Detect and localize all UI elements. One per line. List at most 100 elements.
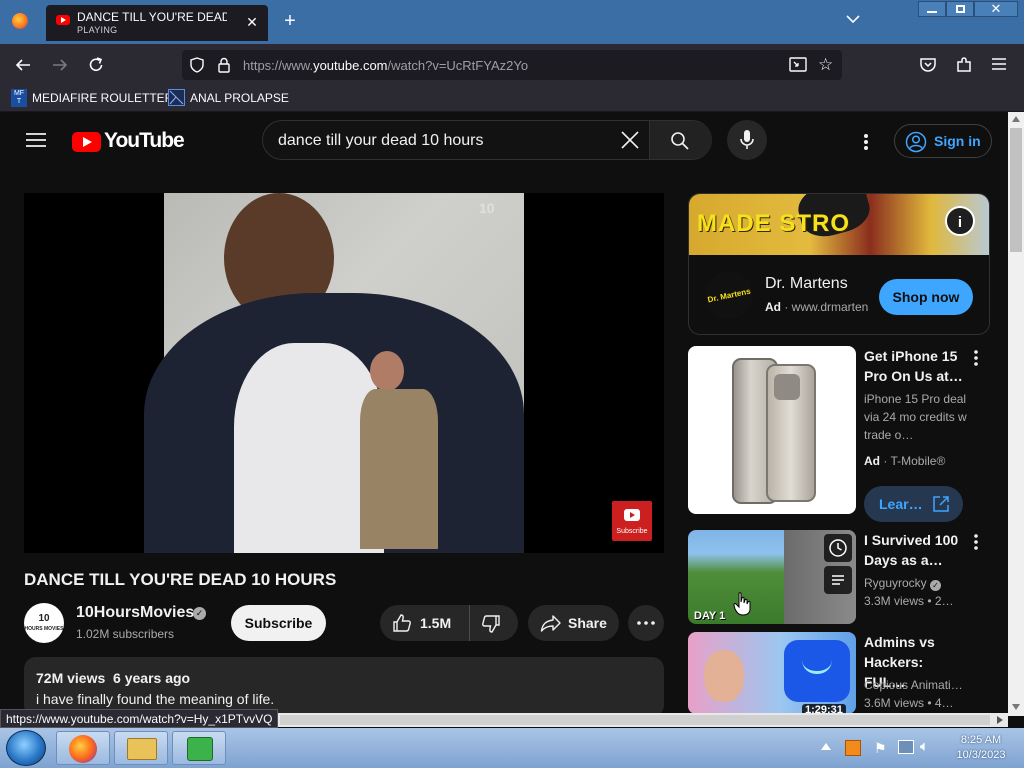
channel-watermark: 10 [479,200,495,216]
system-clock[interactable]: 8:25 AM 10/3/2023 [948,733,1014,763]
taskbar-firefox-icon[interactable] [56,731,110,765]
video-meta-roblox: 3.6M views • 4… [864,696,954,710]
back-icon[interactable] [14,56,32,74]
account-circle-icon [905,131,927,153]
add-to-queue-icon[interactable] [824,566,852,594]
youtube-logo-icon[interactable] [72,132,101,152]
sign-in-button[interactable]: Sign in [894,124,992,158]
horizontal-scroll-thumb[interactable] [280,715,990,725]
firefox-menu-icon[interactable] [12,13,28,29]
network-icon[interactable] [898,740,914,754]
learn-more-button[interactable]: Lear… [864,486,963,522]
video-thumbnail-roblox[interactable]: 1:29:31 [688,632,856,714]
channel-name[interactable]: 10HoursMovies [76,604,194,622]
tracking-protection-shield-icon[interactable] [189,57,205,73]
list-all-tabs-icon[interactable] [845,14,861,24]
small-dancer-body [360,389,438,549]
volume-icon[interactable]: 🔈︎ [920,738,929,755]
pocket-icon[interactable] [919,56,937,74]
like-button[interactable]: 1.5M [380,605,470,641]
extensions-puzzle-icon[interactable] [955,56,973,74]
video-player[interactable]: 10 Subscribe [24,193,664,553]
watch-later-icon[interactable] [824,534,852,562]
start-button-icon[interactable] [6,730,46,766]
promo-ad-line: Ad · T-Mobile® [864,454,946,468]
bookmark-anal-prolapse[interactable]: ANAL PROLAPSE [190,91,289,105]
minimize-window-icon[interactable] [918,1,946,17]
subscribe-watermark-button[interactable]: Subscribe [612,501,652,541]
subscribe-button[interactable]: Subscribe [231,605,326,641]
scroll-down-arrow-icon[interactable] [1012,704,1020,710]
promo-title[interactable]: Get iPhone 15 Pro On Us at… [864,346,968,386]
scroll-thumb[interactable] [1010,128,1022,252]
tab-strip: DANCE TILL YOU'RE DEAD 10 H PLAYING ✕ + … [0,0,1024,44]
search-box[interactable]: dance till your dead 10 hours [262,120,712,160]
description-stats: 72M views 6 years ago [36,670,191,686]
video-channel-minecraft: Ryguyrocky ✓ [864,576,942,591]
verified-badge-icon: ✓ [193,607,206,620]
reload-icon[interactable] [87,56,105,74]
tab-active[interactable]: DANCE TILL YOU'RE DEAD 10 H PLAYING ✕ [46,5,268,41]
shop-now-button[interactable]: Shop now [879,279,973,315]
youtube-logo-text[interactable]: YouTube [104,129,185,153]
windows-taskbar: ⚑ 🔈︎ 8:25 AM 10/3/2023 [0,728,1024,768]
video-thumbnail-minecraft[interactable]: DAY 1 [688,530,856,624]
channel-avatar[interactable]: 10 HOURS MOVIES [24,603,64,643]
search-input[interactable]: dance till your dead 10 hours [278,132,483,150]
subscribe-watermark-label: Subscribe [616,528,648,535]
forward-icon[interactable] [51,56,69,74]
video-frame [144,193,524,553]
address-bar[interactable]: https://www.youtube.com/watch?v=UcRtFYAz… [182,50,842,80]
tab-close-icon[interactable]: ✕ [245,15,259,29]
search-button[interactable] [650,121,712,159]
external-link-icon [932,495,950,513]
promo-kebab-icon[interactable] [968,348,984,368]
video-title-minecraft[interactable]: I Survived 100 Days as a… [864,530,968,570]
bookmark-mediafire-roulette[interactable]: MEDIAFIRE ROULETTER [32,91,173,105]
share-button[interactable]: Share [528,605,619,641]
youtube-favicon-icon [56,15,70,25]
video-channel-roblox: Copious Animati… [864,678,963,692]
padlock-icon[interactable] [217,57,231,73]
clear-search-icon[interactable] [621,131,639,149]
scroll-up-arrow-icon[interactable] [1012,116,1020,122]
promo-thumbnail[interactable] [688,346,856,514]
maximize-window-icon[interactable] [946,1,974,17]
promo-description: iPhone 15 Pro deal via 24 mo credits w t… [864,392,967,442]
action-center-flag-icon[interactable]: ⚑ [874,740,887,757]
youtube-masthead: YouTube dance till your dead 10 hours Si… [0,112,1008,170]
taskbar-app-icon[interactable] [172,731,226,765]
ad-info-icon[interactable]: i [945,206,975,236]
like-dislike-group: 1.5M [380,605,518,641]
sign-in-label: Sign in [934,133,981,149]
description-box[interactable]: 72M views 6 years ago i have finally fou… [24,657,664,717]
sponsored-ad-card[interactable]: MADE STRO i Dr. Martens Dr. Martens Ad ·… [688,193,990,335]
guide-menu-icon[interactable] [26,132,46,148]
search-icon [670,131,690,151]
hamburger-menu-icon[interactable] [991,57,1007,71]
settings-kebab-icon[interactable] [863,133,869,151]
clock-date: 10/3/2023 [956,749,1006,761]
tray-app-icon[interactable] [845,740,861,756]
show-hidden-icons-icon[interactable] [821,743,831,750]
vertical-scrollbar[interactable] [1008,112,1024,716]
close-window-icon[interactable]: ✕ [974,1,1018,17]
video-meta-minecraft: 3.3M views • 2… [864,594,954,608]
more-actions-button[interactable] [628,605,664,641]
voice-search-button[interactable] [727,120,767,160]
bookmark-star-icon[interactable]: ☆ [818,55,833,75]
like-count: 1.5M [420,615,452,631]
more-horizontal-icon [637,621,655,625]
ad-banner-image[interactable]: MADE STRO i [689,194,989,255]
new-tab-icon[interactable]: + [280,10,300,32]
picture-in-picture-icon[interactable] [789,57,807,73]
url-text[interactable]: https://www.youtube.com/watch?v=UcRtFYAz… [243,58,528,73]
scroll-right-arrow-icon[interactable] [997,716,1003,724]
thumbs-up-icon [392,613,412,633]
video-kebab-icon[interactable] [968,532,984,552]
verified-badge-icon: ✓ [930,580,942,591]
taskbar-file-explorer-icon[interactable] [114,731,168,765]
youtube-play-icon [624,509,640,521]
subscriber-count: 1.02M subscribers [76,627,175,641]
dislike-button[interactable] [481,614,501,634]
